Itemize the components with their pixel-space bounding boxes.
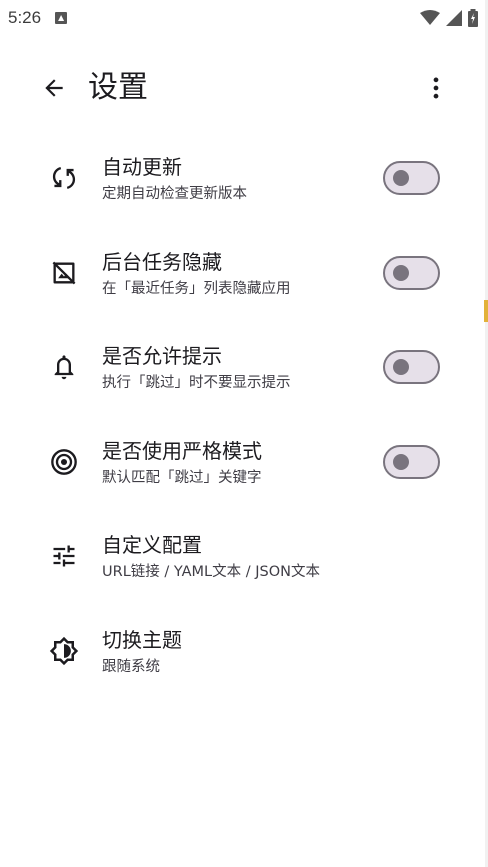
toggle-knob: [393, 170, 409, 186]
status-left: 5:26: [8, 8, 68, 28]
setting-custom-config[interactable]: 自定义配置 URL链接 / YAML文本 / JSON文本: [0, 509, 488, 604]
auto-update-toggle[interactable]: [383, 161, 440, 195]
setting-title: 是否使用严格模式: [102, 438, 262, 463]
setting-title: 自动更新: [102, 155, 182, 179]
brightness-icon: [46, 633, 82, 669]
hide-recents-toggle[interactable]: [383, 255, 440, 290]
notification-icon: [55, 12, 68, 24]
setting-subtitle: URL链接 / YAML文本 / JSON文本: [102, 564, 320, 581]
tune-icon: [46, 538, 82, 574]
toggle-knob: [393, 264, 409, 281]
setting-subtitle: 跟随系统: [102, 658, 160, 675]
hide-image-icon: [46, 255, 82, 291]
setting-hide-recents[interactable]: 后台任务隐藏 在「最近任务」列表隐藏应用: [0, 226, 488, 321]
app-bar: 设置: [0, 56, 488, 120]
settings-list: 自动更新 定期自动检查更新版本 后台任务隐藏 在「最近任务」列表隐藏应用 是否允…: [0, 131, 488, 699]
battery-icon: [468, 9, 478, 27]
setting-title: 切换主题: [102, 627, 182, 652]
setting-title: 后台任务隐藏: [102, 249, 222, 274]
setting-subtitle: 定期自动检查更新版本: [102, 186, 247, 202]
setting-title: 是否允许提示: [102, 344, 222, 369]
setting-auto-update[interactable]: 自动更新 定期自动检查更新版本: [0, 131, 488, 226]
setting-theme[interactable]: 切换主题 跟随系统: [0, 604, 488, 699]
toggle-knob: [393, 359, 409, 376]
setting-subtitle: 默认匹配「跳过」关键字: [102, 469, 262, 486]
arrow-back-icon: [45, 79, 63, 97]
more-options-button[interactable]: [416, 68, 456, 108]
setting-strict-mode[interactable]: 是否使用严格模式 默认匹配「跳过」关键字: [0, 415, 488, 510]
setting-allow-tips[interactable]: 是否允许提示 执行「跳过」时不要显示提示: [0, 320, 488, 415]
status-right: [420, 9, 478, 27]
toggle-knob: [393, 453, 409, 470]
wifi-icon: [420, 10, 440, 25]
strict-mode-toggle[interactable]: [383, 444, 440, 479]
allow-tips-toggle[interactable]: [383, 350, 440, 385]
setting-subtitle: 在「最近任务」列表隐藏应用: [102, 280, 291, 297]
edge-mark: [484, 300, 488, 322]
more-vert-icon: [433, 77, 439, 99]
page-title: 设置: [88, 70, 148, 105]
cellular-icon: [446, 10, 462, 26]
target-icon: [46, 444, 82, 480]
status-time: 5:26: [8, 8, 42, 27]
setting-subtitle: 执行「跳过」时不要显示提示: [102, 375, 291, 392]
bell-icon: [46, 349, 82, 385]
sync-icon: [46, 160, 82, 196]
status-bar: 5:26: [0, 0, 488, 36]
setting-title: 自定义配置: [102, 533, 202, 558]
back-button[interactable]: [34, 68, 74, 108]
